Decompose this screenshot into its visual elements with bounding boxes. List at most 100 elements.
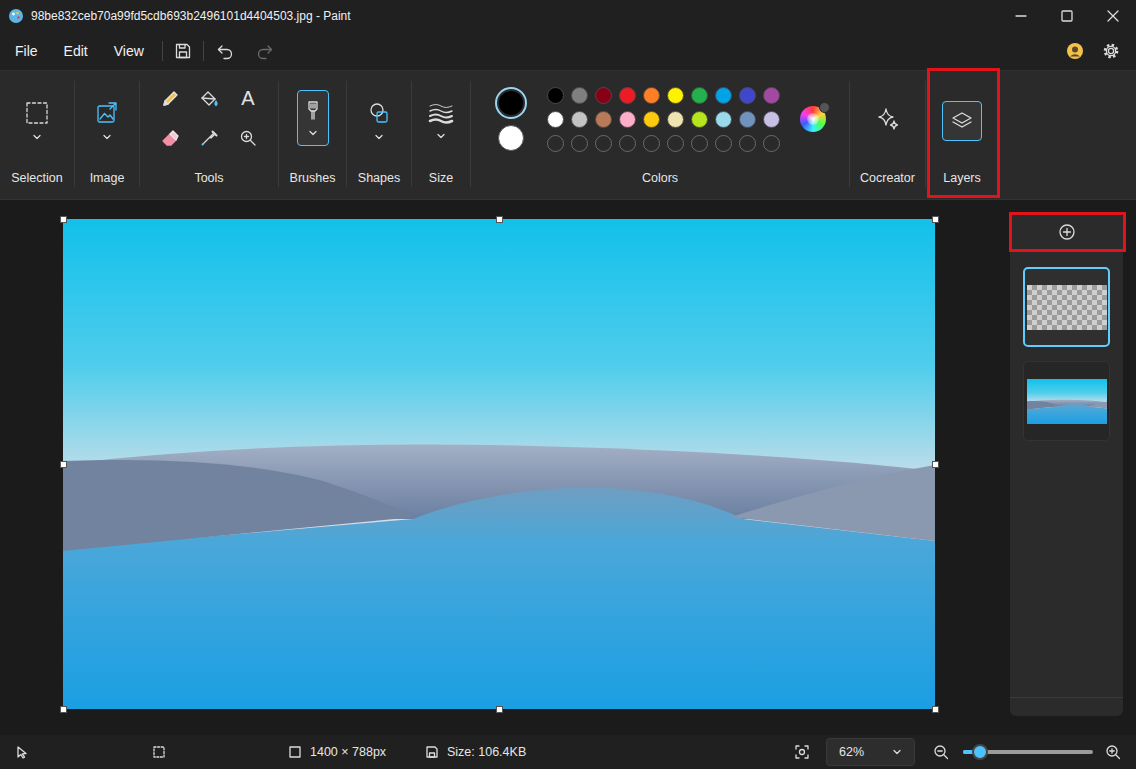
- primary-color-swatch[interactable]: [495, 87, 527, 119]
- resize-handle[interactable]: [932, 706, 939, 713]
- palette-color[interactable]: [595, 87, 612, 104]
- brush-icon[interactable]: [303, 99, 323, 123]
- account-avatar-icon[interactable]: [1066, 42, 1084, 60]
- custom-color-slot[interactable]: [739, 135, 756, 152]
- chevron-down-icon[interactable]: [308, 129, 318, 137]
- eraser-icon[interactable]: [160, 128, 180, 148]
- colors-row: [494, 90, 827, 153]
- layer-item[interactable]: [1023, 361, 1110, 441]
- color-picker-icon[interactable]: [199, 128, 219, 148]
- minimize-icon[interactable]: [998, 0, 1044, 32]
- sparkle-icon[interactable]: [875, 106, 901, 132]
- chevron-down-icon[interactable]: [102, 133, 112, 141]
- canvas-image[interactable]: [63, 219, 935, 709]
- resize-handle[interactable]: [60, 706, 67, 713]
- magnifier-icon[interactable]: [238, 128, 258, 148]
- group-label: Size: [429, 165, 453, 191]
- menu-item[interactable]: View: [114, 43, 144, 59]
- custom-color-slot[interactable]: [763, 135, 780, 152]
- palette-color[interactable]: [763, 87, 780, 104]
- palette-color[interactable]: [739, 111, 756, 128]
- zoom-slider-thumb[interactable]: [972, 744, 988, 760]
- group-separator: [74, 81, 75, 187]
- custom-color-slot[interactable]: [691, 135, 708, 152]
- color-wheel-center: [807, 113, 819, 125]
- custom-color-slot[interactable]: [619, 135, 636, 152]
- menu-item[interactable]: Edit: [64, 43, 88, 59]
- selection-rectangle-icon[interactable]: [25, 101, 49, 125]
- custom-color-slot[interactable]: [715, 135, 732, 152]
- palette-color[interactable]: [619, 111, 636, 128]
- group-separator: [470, 81, 471, 187]
- zoom-in-icon[interactable]: [1105, 744, 1121, 760]
- palette-color[interactable]: [667, 87, 684, 104]
- custom-color-slot[interactable]: [667, 135, 684, 152]
- stroke-size-icon[interactable]: [428, 102, 454, 124]
- add-layer-icon[interactable]: [1058, 223, 1076, 241]
- custom-color-slot[interactable]: [571, 135, 588, 152]
- layer-item[interactable]: [1023, 267, 1110, 347]
- color-picker-wheel[interactable]: [800, 106, 826, 132]
- active-colors: [495, 87, 527, 151]
- zoom-out-icon[interactable]: [933, 744, 949, 760]
- secondary-color-swatch[interactable]: [498, 125, 524, 151]
- image-icon[interactable]: [95, 101, 119, 125]
- shapes-icon[interactable]: [367, 101, 391, 125]
- status-bar: 1400 × 788pxSize: 106.4KB62%: [0, 735, 1136, 769]
- chevron-down-icon[interactable]: [374, 133, 384, 141]
- palette-color[interactable]: [571, 111, 588, 128]
- palette-color[interactable]: [547, 111, 564, 128]
- menu-item[interactable]: File: [15, 43, 38, 59]
- palette-color[interactable]: [547, 87, 564, 104]
- text-tool-icon[interactable]: A: [230, 81, 266, 117]
- resize-handle[interactable]: [496, 706, 503, 713]
- image-button[interactable]: [90, 96, 124, 146]
- resize-handle[interactable]: [60, 461, 67, 468]
- palette-color[interactable]: [739, 87, 756, 104]
- canvas-size-icon: [288, 745, 302, 759]
- close-icon[interactable]: [1090, 0, 1136, 32]
- custom-color-slot[interactable]: [595, 135, 612, 152]
- brushes-button[interactable]: [297, 90, 329, 146]
- resize-handle[interactable]: [60, 216, 67, 223]
- pointer-position-icon: [15, 745, 29, 759]
- pencil-icon[interactable]: [160, 89, 180, 109]
- group-label: Colors: [642, 165, 678, 191]
- palette-color[interactable]: [667, 111, 684, 128]
- undo-icon[interactable]: [216, 42, 234, 60]
- image-group: Image: [75, 71, 139, 199]
- resize-handle[interactable]: [932, 216, 939, 223]
- save-icon[interactable]: [174, 42, 192, 60]
- chevron-down-icon[interactable]: [32, 133, 42, 141]
- fill-bucket-icon[interactable]: [199, 89, 219, 109]
- palette-color[interactable]: [643, 87, 660, 104]
- palette-color[interactable]: [691, 111, 708, 128]
- palette-color[interactable]: [691, 87, 708, 104]
- layers-button[interactable]: [942, 101, 982, 141]
- custom-color-slot[interactable]: [547, 135, 564, 152]
- layers-icon[interactable]: [950, 109, 974, 133]
- selection-button[interactable]: [20, 96, 54, 146]
- palette-color[interactable]: [715, 87, 732, 104]
- layer-thumbnail: [1027, 285, 1107, 330]
- palette-color[interactable]: [571, 87, 588, 104]
- resize-handle[interactable]: [496, 216, 503, 223]
- cocreator-button[interactable]: [868, 99, 908, 143]
- palette-color[interactable]: [643, 111, 660, 128]
- settings-gear-icon[interactable]: [1102, 42, 1120, 60]
- zoom-dropdown[interactable]: 62%: [826, 738, 915, 766]
- resize-handle[interactable]: [932, 461, 939, 468]
- palette-color[interactable]: [763, 111, 780, 128]
- chevron-down-icon[interactable]: [436, 132, 446, 140]
- size-button[interactable]: [423, 97, 459, 145]
- palette-color[interactable]: [715, 111, 732, 128]
- palette-color[interactable]: [619, 87, 636, 104]
- custom-color-slot[interactable]: [643, 135, 660, 152]
- zoom-chevron-icon[interactable]: [892, 748, 902, 756]
- shapes-button[interactable]: [362, 96, 396, 146]
- maximize-icon[interactable]: [1044, 0, 1090, 32]
- zoom-slider[interactable]: [963, 750, 1093, 754]
- palette-color[interactable]: [595, 111, 612, 128]
- selection-group: Selection: [0, 71, 74, 199]
- fit-to-window-icon[interactable]: [794, 744, 810, 760]
